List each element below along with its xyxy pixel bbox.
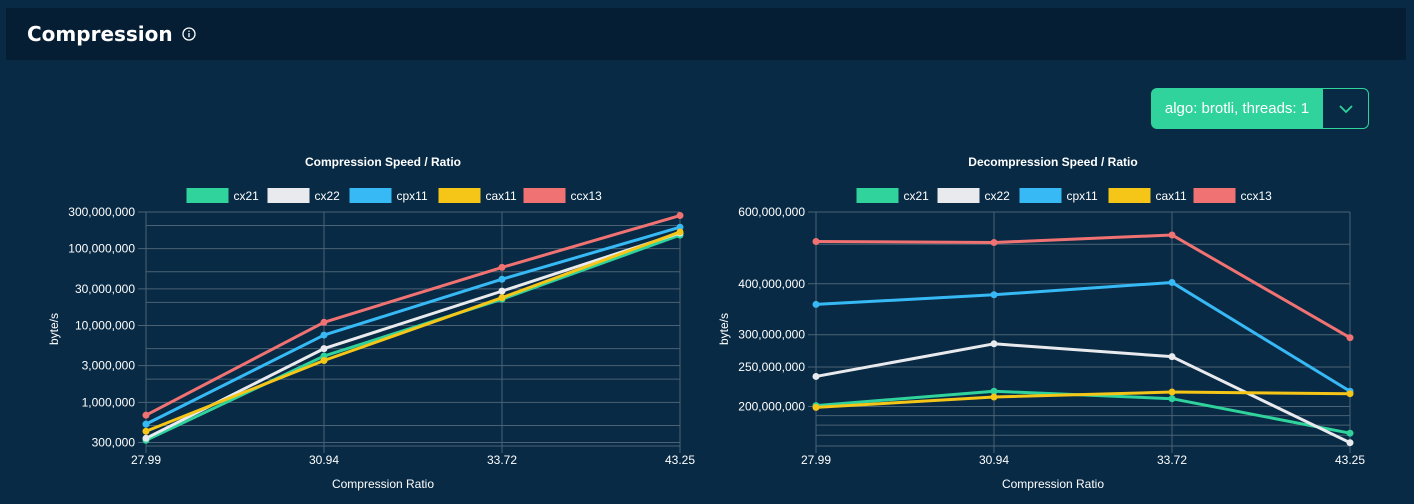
chart-title: Compression Speed / Ratio: [305, 155, 461, 169]
legend-label-cx22: cx22: [985, 189, 1011, 203]
chart-title: Decompression Speed / Ratio: [968, 155, 1137, 169]
y-tick-label: 30,000,000: [75, 282, 135, 296]
data-point-ccx13: [990, 239, 998, 247]
legend-swatch-cax11: [1108, 188, 1151, 203]
data-point-cpx11: [142, 420, 150, 428]
select-toggle-button[interactable]: [1322, 89, 1368, 128]
legend-label-cpx11: cpx11: [1067, 189, 1098, 203]
y-tick-label: 3,000,000: [82, 359, 136, 373]
data-point-cx22: [1346, 439, 1354, 447]
y-tick-label: 300,000: [92, 435, 136, 449]
legend-label-ccx13: ccx13: [1241, 189, 1273, 203]
data-point-cpx11: [1168, 278, 1176, 286]
data-point-cx21: [1346, 429, 1354, 437]
select-value: algo: brotli, threads: 1: [1164, 100, 1310, 117]
x-axis-label: Compression Ratio: [1002, 477, 1104, 491]
legend-swatch-cx21: [856, 188, 899, 203]
y-tick-label: 1,000,000: [82, 395, 136, 409]
x-tick-label: 33.72: [487, 453, 517, 467]
y-tick-label: 400,000,000: [738, 277, 805, 291]
data-point-cx22: [142, 434, 150, 442]
chevron-down-icon: [1338, 104, 1353, 113]
legend-swatch-cx21: [186, 188, 229, 203]
data-point-ccx13: [1346, 334, 1354, 342]
legend-label-cx21: cx21: [234, 189, 260, 203]
data-point-ccx13: [498, 263, 506, 271]
data-point-cpx11: [320, 331, 328, 339]
legend-label-cx21: cx21: [904, 189, 930, 203]
data-point-ccx13: [1168, 231, 1176, 239]
data-point-cax11: [1168, 388, 1176, 396]
legend-swatch-cpx11: [1019, 188, 1062, 203]
data-point-cpx11: [990, 291, 998, 299]
x-tick-label: 27.99: [801, 453, 831, 467]
y-axis-label: byte/s: [717, 313, 731, 345]
data-point-cax11: [320, 357, 328, 365]
y-tick-label: 300,000,000: [738, 328, 805, 342]
page-header: Compression: [6, 8, 1406, 60]
legend-label-cax11: cax11: [1156, 189, 1187, 203]
legend-label-cx22: cx22: [315, 189, 341, 203]
data-point-ccx13: [142, 411, 150, 419]
data-point-ccx13: [812, 237, 820, 245]
compression-speed-chart: Compression Speed / Ratio cx21 cx22 cpx11 ca…: [47, 155, 695, 491]
legend-swatch-cx22: [267, 188, 310, 203]
x-tick-label: 30.94: [309, 453, 339, 467]
legend-swatch-cax11: [438, 188, 481, 203]
series-line-ccx13: [815, 233, 1351, 339]
data-point-cpx11: [812, 300, 820, 308]
x-tick-label: 43.25: [1335, 453, 1365, 467]
data-point-cx21: [1168, 395, 1176, 403]
data-point-ccx13: [320, 318, 328, 326]
x-tick-label: 43.25: [665, 453, 695, 467]
chart-legend: cx21 cx22 cpx11 cax11 ccx13: [186, 188, 603, 203]
legend-label-cpx11: cpx11: [397, 189, 428, 203]
data-point-cx22: [812, 372, 820, 380]
page-title: Compression: [27, 22, 173, 46]
data-point-cax11: [142, 427, 150, 435]
y-tick-label: 200,000,000: [738, 399, 805, 413]
legend-swatch-cx22: [937, 188, 980, 203]
chart-legend: cx21 cx22 cpx11 cax11 ccx13: [856, 188, 1273, 203]
data-point-ccx13: [676, 212, 684, 220]
legend-swatch-ccx13: [1193, 188, 1236, 203]
data-point-cx22: [498, 287, 506, 295]
data-point-cax11: [1346, 390, 1354, 398]
series-line-cx21: [815, 389, 1351, 435]
x-tick-label: 27.99: [131, 453, 161, 467]
legend-label-cax11: cax11: [486, 189, 517, 203]
legend-swatch-ccx13: [523, 188, 566, 203]
x-axis-label: Compression Ratio: [332, 477, 434, 491]
data-point-cx22: [990, 340, 998, 348]
data-point-cax11: [990, 393, 998, 401]
data-point-cax11: [498, 294, 506, 302]
y-tick-label: 600,000,000: [738, 205, 805, 219]
data-point-cx22: [320, 345, 328, 353]
y-tick-label: 10,000,000: [75, 318, 135, 332]
series-line-cx21: [145, 233, 681, 442]
y-tick-label: 300,000,000: [68, 205, 135, 219]
data-point-cx22: [1168, 353, 1176, 361]
decompression-speed-chart: Decompression Speed / Ratio cx21 cx22 cpx11…: [717, 155, 1365, 491]
legend-swatch-cpx11: [349, 188, 392, 203]
x-tick-label: 33.72: [1157, 453, 1187, 467]
data-point-cax11: [812, 403, 820, 411]
y-tick-label: 100,000,000: [68, 242, 135, 256]
legend-label-ccx13: ccx13: [571, 189, 603, 203]
y-tick-label: 250,000,000: [738, 360, 805, 374]
y-axis-label: byte/s: [47, 313, 61, 345]
algo-threads-select[interactable]: algo: brotli, threads: 1: [1151, 88, 1369, 129]
info-circle-icon[interactable]: [182, 27, 196, 41]
x-tick-label: 30.94: [979, 453, 1009, 467]
data-point-cax11: [676, 228, 684, 236]
series-line-cpx11: [815, 280, 1351, 393]
data-point-cpx11: [498, 275, 506, 283]
